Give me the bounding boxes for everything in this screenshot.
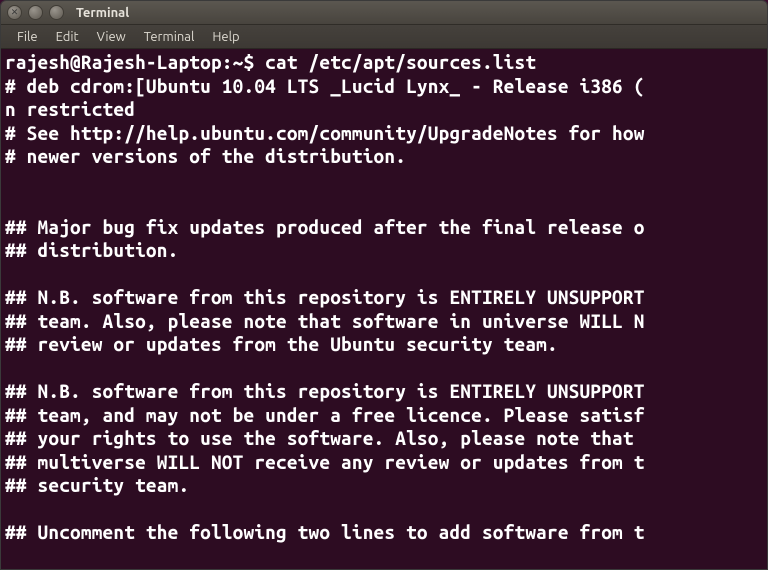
menu-terminal[interactable]: Terminal (136, 28, 203, 46)
output-line: # deb cdrom:[Ubuntu 10.04 LTS _Lucid Lyn… (5, 75, 645, 97)
output-line: ## Uncomment the following two lines to … (5, 521, 645, 543)
terminal-output[interactable]: rajesh@Rajesh-Laptop:~$ cat /etc/apt/sou… (1, 49, 767, 569)
output-line: ## distribution. (5, 239, 178, 261)
output-line: # newer versions of the distribution. (5, 145, 406, 167)
menu-file[interactable]: File (9, 28, 46, 46)
minimize-icon[interactable] (28, 5, 43, 20)
output-line: ## N.B. software from this repository is… (5, 286, 645, 308)
menu-view[interactable]: View (89, 28, 134, 46)
output-line: ## team. Also, please note that software… (5, 310, 645, 332)
output-line: ## team, and may not be under a free lic… (5, 404, 645, 426)
output-line: n restricted (5, 98, 135, 120)
output-line: ## your rights to use the software. Also… (5, 427, 645, 449)
menu-help[interactable]: Help (204, 28, 247, 46)
output-line: ## multiverse WILL NOT receive any revie… (5, 451, 645, 473)
prompt-text: rajesh@Rajesh-Laptop:~$ (5, 51, 265, 73)
output-line: ## security team. (5, 474, 189, 496)
window-title: Terminal (76, 6, 129, 20)
menu-edit[interactable]: Edit (48, 28, 87, 46)
maximize-icon[interactable] (49, 5, 64, 20)
output-line: # See http://help.ubuntu.com/community/U… (5, 122, 645, 144)
output-line: ## Major bug fix updates produced after … (5, 216, 645, 238)
titlebar[interactable]: ✕ Terminal (1, 1, 767, 25)
menubar: File Edit View Terminal Help (1, 25, 767, 49)
terminal-window: ✕ Terminal File Edit View Terminal Help … (0, 0, 768, 570)
close-icon[interactable]: ✕ (7, 5, 22, 20)
output-line: ## review or updates from the Ubuntu sec… (5, 333, 558, 355)
output-line: ## N.B. software from this repository is… (5, 380, 645, 402)
command-text: cat /etc/apt/sources.list (265, 51, 536, 73)
